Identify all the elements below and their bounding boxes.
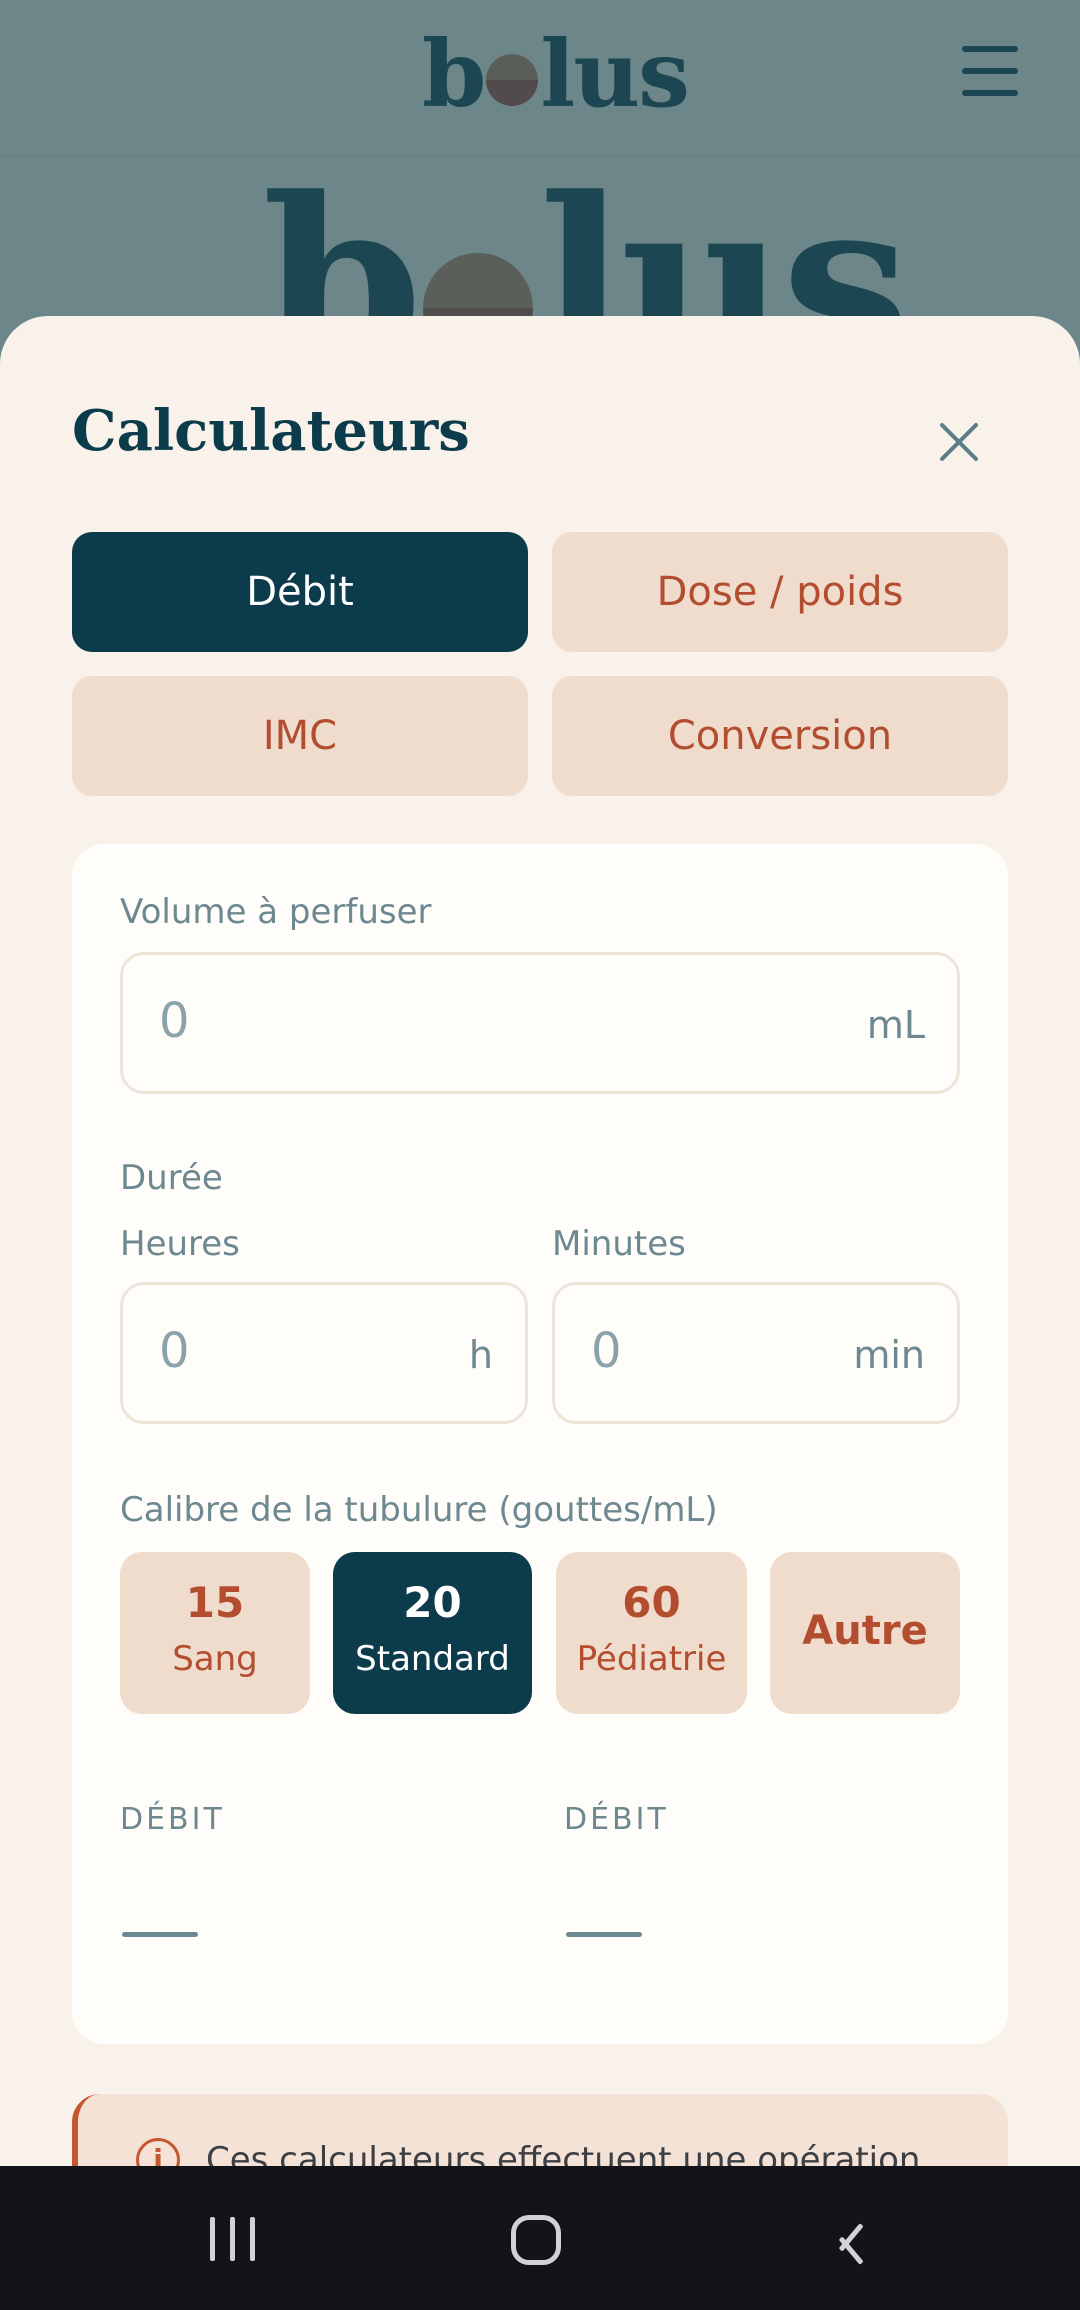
gauge-option-standard[interactable]: 20 Standard [333, 1552, 532, 1714]
minutes-value: 0 [591, 1323, 622, 1379]
home-icon[interactable] [511, 2215, 561, 2265]
tab-conversion[interactable]: Conversion [552, 676, 1008, 796]
hours-value: 0 [159, 1323, 190, 1379]
gauge-option-sang[interactable]: 15 Sang [120, 1552, 310, 1714]
volume-unit: mL [866, 1003, 925, 1047]
sheet-title: Calculateurs [72, 398, 470, 464]
gauge-option-autre[interactable]: Autre [770, 1552, 960, 1714]
result-label-2: DÉBIT [564, 1802, 669, 1837]
hours-unit: h [468, 1333, 493, 1377]
minutes-label: Minutes [552, 1224, 686, 1264]
tab-debit[interactable]: Débit [72, 532, 528, 652]
close-icon[interactable] [930, 412, 990, 472]
volume-label: Volume à perfuser [120, 892, 432, 932]
minutes-input[interactable]: 0 min [552, 1282, 960, 1424]
minutes-unit: min [853, 1333, 925, 1377]
hours-label: Heures [120, 1224, 240, 1264]
back-icon[interactable] [824, 2216, 872, 2264]
gauge-option-pediatrie[interactable]: 60 Pédiatrie [556, 1552, 747, 1714]
system-navigation-bar [0, 2166, 1080, 2310]
duration-label: Durée [120, 1158, 223, 1198]
volume-value: 0 [159, 993, 190, 1049]
result-value-2-placeholder [566, 1932, 642, 1937]
gauge-label: Calibre de la tubulure (gouttes/mL) [120, 1490, 718, 1530]
volume-input[interactable]: 0 mL [120, 952, 960, 1094]
hours-input[interactable]: 0 h [120, 1282, 528, 1424]
tab-imc[interactable]: IMC [72, 676, 528, 796]
result-label-1: DÉBIT [120, 1802, 225, 1837]
result-value-1-placeholder [122, 1932, 198, 1937]
recents-icon[interactable] [210, 2217, 256, 2261]
tab-dose-poids[interactable]: Dose / poids [552, 532, 1008, 652]
